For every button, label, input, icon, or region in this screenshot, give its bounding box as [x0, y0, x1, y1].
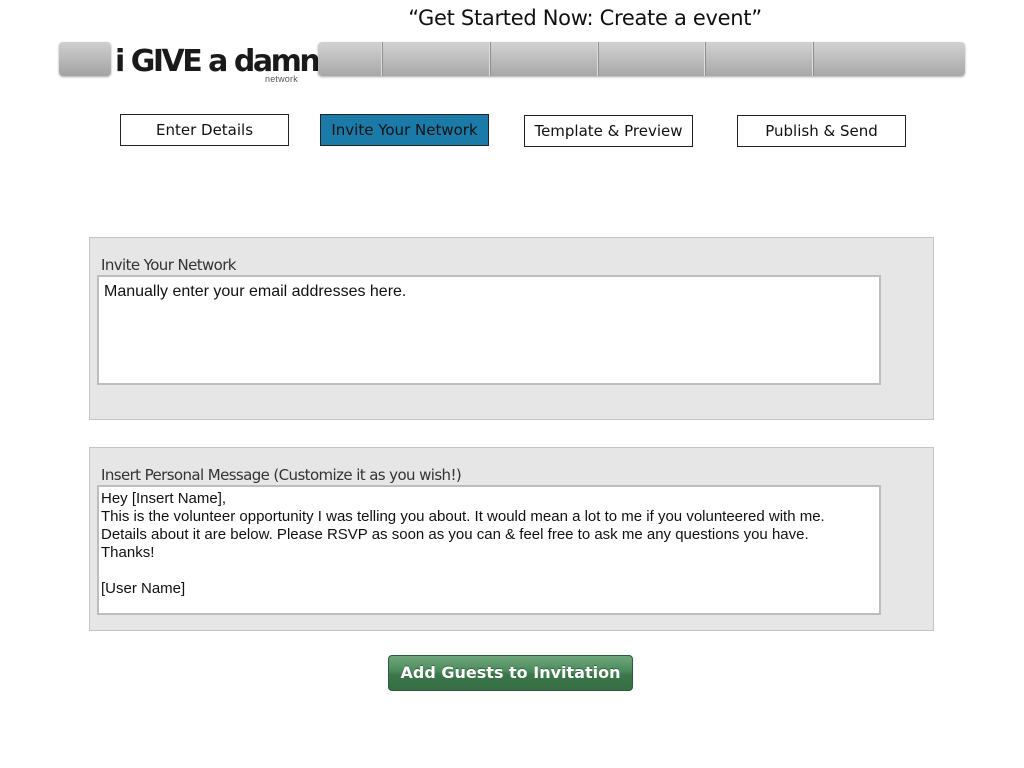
step-tab-enter-details[interactable]: Enter Details [120, 114, 289, 146]
step-tab-publish-send[interactable]: Publish & Send [737, 115, 906, 147]
header-nav-bar: i GIVE a damn! network [59, 42, 965, 84]
message-line: Hey [Insert Name], [101, 490, 227, 507]
step-tab-template-preview[interactable]: Template & Preview [524, 115, 693, 147]
personal-message-input[interactable]: Hey [Insert Name], This is the volunteer… [97, 485, 881, 615]
invite-network-label: Invite Your Network [101, 256, 236, 274]
logo-subtitle: network [265, 74, 298, 84]
message-line: Details about it are below. Please RSVP … [101, 526, 809, 543]
nav-segment[interactable] [706, 42, 814, 76]
nav-segment[interactable] [383, 42, 491, 76]
logo[interactable]: i GIVE a damn! network [115, 44, 332, 86]
add-guests-button[interactable]: Add Guests to Invitation [388, 655, 633, 691]
step-tab-invite-your-network[interactable]: Invite Your Network [320, 114, 489, 146]
nav-left-block [59, 42, 111, 76]
nav-segment[interactable] [814, 42, 965, 76]
message-line: Thanks! [101, 544, 155, 561]
personal-message-label: Insert Personal Message (Customize it as… [101, 466, 462, 484]
nav-strip [318, 42, 965, 76]
nav-segment[interactable] [318, 42, 383, 76]
personal-message-panel: Insert Personal Message (Customize it as… [89, 447, 934, 631]
invite-network-panel: Invite Your Network Manually enter your … [89, 237, 934, 420]
page: “Get Started Now: Create a event” i GIVE… [0, 0, 1024, 768]
nav-segment[interactable] [491, 42, 599, 76]
message-line: [User Name] [101, 580, 186, 597]
message-line [101, 562, 877, 580]
nav-segment[interactable] [599, 42, 706, 76]
email-addresses-input[interactable]: Manually enter your email addresses here… [97, 275, 881, 385]
page-title: “Get Started Now: Create a event” [408, 6, 762, 30]
message-line: This is the volunteer opportunity I was … [101, 508, 825, 525]
